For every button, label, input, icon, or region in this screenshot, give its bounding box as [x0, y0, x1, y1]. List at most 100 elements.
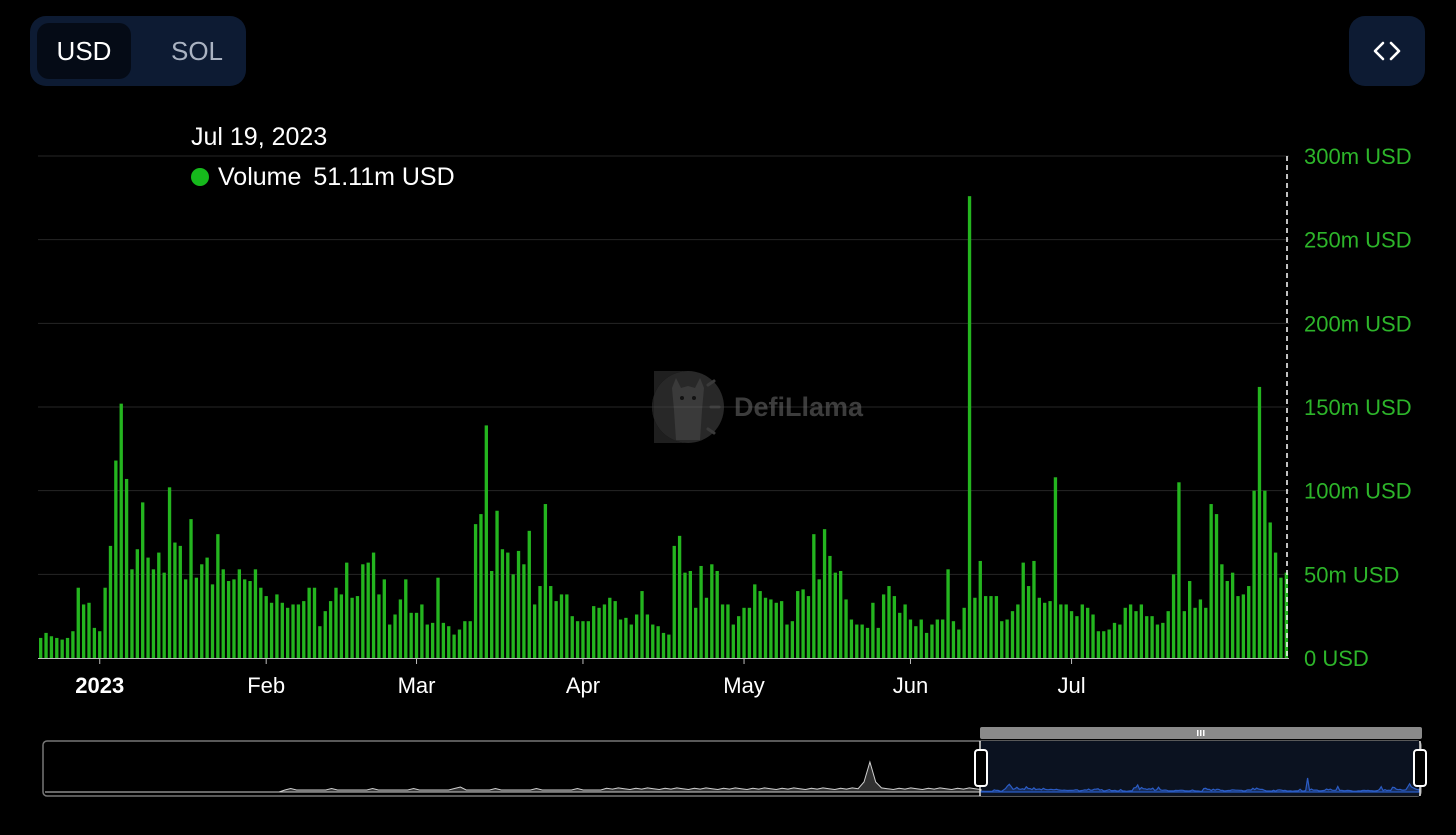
- bar: [312, 587, 317, 658]
- bar: [1075, 616, 1079, 658]
- y-tick-label: 250m USD: [1304, 228, 1412, 253]
- bar: [683, 572, 687, 658]
- bar: [892, 596, 897, 658]
- bar: [881, 594, 886, 658]
- bar: [554, 601, 558, 658]
- bar: [511, 574, 515, 658]
- bar: [983, 596, 988, 658]
- bar: [280, 602, 284, 658]
- bar: [1193, 607, 1197, 658]
- bar: [366, 562, 370, 658]
- bar: [677, 535, 682, 658]
- bar: [371, 552, 376, 658]
- bar: [1037, 597, 1042, 658]
- bar: [350, 597, 354, 658]
- bar: [1005, 619, 1009, 658]
- bar: [323, 611, 327, 658]
- bar: [726, 604, 730, 658]
- bar: [130, 569, 134, 658]
- x-tick-label: 2023: [75, 673, 124, 698]
- bar: [602, 604, 607, 658]
- bar: [441, 622, 446, 658]
- bar: [699, 565, 703, 658]
- bar: [248, 581, 252, 658]
- bar: [436, 577, 440, 658]
- y-tick-label: 100m USD: [1304, 479, 1412, 504]
- x-tick-label: May: [723, 673, 765, 698]
- bar: [243, 579, 247, 658]
- bar: [361, 564, 365, 658]
- bar: [205, 557, 209, 658]
- bar: [731, 624, 735, 658]
- bar: [253, 569, 258, 658]
- bar: [151, 569, 156, 658]
- bar: [1118, 624, 1122, 658]
- bar: [860, 624, 864, 658]
- bar: [1059, 604, 1063, 658]
- bar: [87, 602, 91, 658]
- bar: [1145, 616, 1149, 658]
- bar: [457, 629, 462, 658]
- bar: [989, 596, 993, 658]
- bar: [216, 534, 220, 658]
- bar: [55, 637, 59, 658]
- bar: [763, 597, 768, 658]
- bar: [114, 460, 118, 658]
- bar: [1188, 581, 1192, 658]
- bar: [516, 550, 521, 658]
- bar: [194, 577, 199, 658]
- bar: [747, 607, 752, 658]
- llama-logo-icon: [652, 371, 724, 443]
- bar: [935, 619, 939, 658]
- bar: [146, 557, 150, 658]
- bar: [183, 579, 188, 658]
- bar: [527, 530, 531, 658]
- x-tick-label: Jun: [893, 673, 928, 698]
- slider-handle-left[interactable]: [974, 749, 988, 787]
- slider-selected-window[interactable]: [981, 741, 1419, 796]
- bar: [833, 572, 837, 658]
- bar: [409, 612, 413, 658]
- bar: [1016, 604, 1020, 658]
- bar: [135, 549, 139, 658]
- bar: [629, 624, 633, 658]
- bar: [1230, 572, 1235, 658]
- bar: [720, 604, 725, 658]
- y-tick-label: 0 USD: [1304, 646, 1369, 671]
- bar: [157, 552, 161, 658]
- y-tick-label: 150m USD: [1304, 395, 1412, 420]
- bar: [76, 587, 80, 658]
- bar: [275, 594, 279, 658]
- bar: [44, 632, 48, 658]
- bar: [549, 586, 553, 658]
- slider-handle-right[interactable]: [1413, 749, 1427, 787]
- bar: [1053, 477, 1058, 658]
- bar: [1000, 621, 1004, 658]
- bar: [543, 504, 548, 658]
- bar: [871, 602, 875, 658]
- bar: [382, 579, 386, 658]
- bar: [608, 597, 612, 658]
- bar: [339, 594, 344, 658]
- bar: [71, 631, 75, 658]
- bar: [1220, 564, 1224, 658]
- tooltip-date: Jul 19, 2023: [191, 123, 328, 151]
- bar: [318, 626, 322, 658]
- tooltip-series: Volume 51.11m USD: [191, 163, 455, 192]
- bar: [559, 594, 564, 658]
- bar: [264, 596, 268, 658]
- bar: [393, 614, 397, 658]
- bar: [404, 579, 408, 658]
- bar: [618, 619, 623, 658]
- bar: [1214, 514, 1219, 658]
- bar: [855, 624, 859, 658]
- bar: [575, 621, 580, 658]
- bar: [81, 604, 86, 658]
- bar: [957, 629, 961, 658]
- bar: [903, 604, 907, 658]
- bar: [269, 602, 274, 658]
- bar: [103, 587, 107, 658]
- bar: [634, 614, 639, 658]
- bar: [1279, 577, 1283, 658]
- bar: [667, 634, 671, 658]
